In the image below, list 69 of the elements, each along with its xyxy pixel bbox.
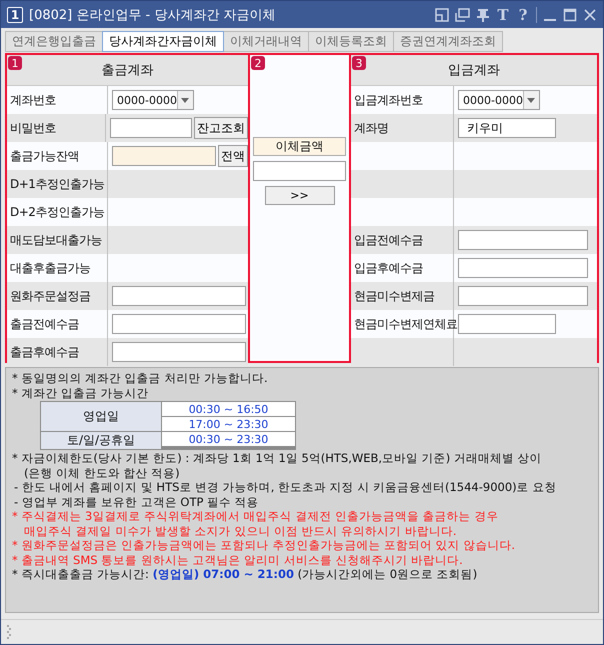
field-label: 계좌번호 (10, 92, 56, 108)
field-label: 원화주문설정금 (10, 288, 90, 304)
field-label: 입금계좌번호 (354, 92, 423, 108)
section-number-badge: 3 (352, 56, 366, 70)
field-label: 출금가능잔액 (10, 148, 79, 164)
tab[interactable]: 연계은행입출금 (5, 31, 103, 52)
table-cell: 00:30 ~ 23:30 (162, 432, 295, 446)
dropdown-arrow-icon[interactable] (181, 98, 190, 102)
balance-inquiry-button[interactable]: 잔고조회 (194, 117, 248, 139)
section-number-badge: 1 (8, 56, 22, 70)
dropdown-arrow-icon[interactable] (527, 98, 536, 102)
windows-icon[interactable] (455, 8, 470, 22)
field-label: 계좌명 (354, 120, 388, 136)
resize-grip-icon (7, 625, 11, 639)
table-cell: 00:30 ~ 16:50 (162, 402, 295, 416)
note-text: * 자금이체한도(당사 기본 한도) : 계좌당 1회 1억 1일 5억(HTS,WEB,모바일 기준) 거래매체별 상이 (12, 451, 543, 466)
field-label: 현금미수변제금 (354, 288, 434, 304)
input-field[interactable] (112, 342, 246, 362)
field-label: 입금후예수금 (354, 260, 423, 276)
note-text: * 계좌간 입출금 가능시간 (12, 386, 150, 400)
field-label: D+1추정인출가능 (10, 176, 104, 192)
input-field[interactable] (458, 314, 556, 334)
note-text: (은행 이체 한도와 합산 적용) (23, 466, 181, 480)
field-label: D+2추정인출가능 (10, 204, 104, 220)
field-label: 현금미수변제연체료 (354, 316, 458, 332)
note-text: * 동일명의의 계좌간 입출금 처리만 가능합니다. (12, 371, 269, 386)
note-text: - 한도 내에서 홈페이지 및 HTS로 변경 가능하며, 한도초과 지정 시 키움금융센터(1544-9000)로 요청 (13, 480, 558, 494)
field-label: 출금후예수금 (10, 344, 79, 360)
warning-text: 매입주식 결제일 미수가 발생할 소지가 있으니 이점 반드시 유의하시기 바랍니다. (23, 524, 458, 538)
input-field[interactable] (112, 286, 246, 306)
full-amount-button[interactable]: 전액 (218, 145, 248, 167)
tab[interactable]: 이체등록조회 (308, 31, 394, 52)
section-number-badge: 2 (251, 56, 265, 70)
window-title: [0802] 온라인업무 - 당사계좌간 자금이체 (29, 6, 276, 24)
table-cell: 17:00 ~ 23:30 (162, 417, 295, 431)
field-label: 대출후출금가능 (10, 260, 90, 276)
title-bar-button[interactable]: ? (516, 6, 530, 24)
warning-text: * 출금내역 SMS 통보를 원하시는 고객님은 알리미 서비스를 신청해주시기 바랍니다. (12, 552, 464, 567)
warning-text: * 주식결제는 3일결제로 주식위탁계좌에서 매입주식 결제전 인출가능금액을 출금하는 경우 (12, 509, 500, 524)
layout-icon[interactable] (435, 8, 449, 22)
title-bar-button[interactable]: T (496, 6, 510, 24)
transfer-button[interactable]: >> (264, 186, 334, 205)
tab[interactable]: 당사계좌간자금이체 (102, 31, 224, 52)
note-text: * 즉시대출출금 가능시간: (영업일) 07:00 ~ 21:00 (가능시간외에는 0원으로 조회됨) (12, 567, 478, 582)
maximize-icon[interactable] (563, 8, 577, 22)
password-field[interactable] (110, 118, 192, 138)
pin-icon[interactable] (476, 8, 490, 22)
input-field[interactable] (458, 230, 588, 250)
warning-text: * 원화주문설정금은 인출가능금액에는 포함되나 추정인출가능금에는 포함되어 있지 않습니다. (12, 538, 516, 552)
amount-field[interactable] (112, 146, 216, 166)
field-label: 출금전예수금 (10, 316, 79, 332)
note-text: - 영업부 계좌를 보유한 고객은 OTP 필수 적용 (13, 494, 260, 509)
input-field[interactable]: 키우미 (458, 118, 556, 138)
field-label: 비밀번호 (10, 120, 56, 136)
field-label: 입금전예수금 (354, 232, 423, 248)
input-field[interactable] (458, 286, 588, 306)
account-select[interactable]: 0000-0000 (458, 90, 540, 110)
input-field[interactable] (112, 314, 246, 334)
transfer-amount-field[interactable] (253, 161, 346, 181)
account-select[interactable]: 0000-0000 (112, 90, 194, 110)
table-cell: 토/일/공휴일 (41, 432, 161, 449)
input-field[interactable] (458, 258, 588, 278)
tab[interactable]: 증권연계계좌조회 (393, 31, 503, 52)
close-icon[interactable] (583, 8, 597, 22)
window-number-badge: 1 (7, 6, 23, 22)
transfer-amount-label: 이체금액 (253, 137, 346, 156)
table-cell: 영업일 (41, 402, 161, 431)
field-label: 매도담보대출가능 (10, 232, 102, 248)
tab[interactable]: 이체거래내역 (223, 31, 309, 52)
